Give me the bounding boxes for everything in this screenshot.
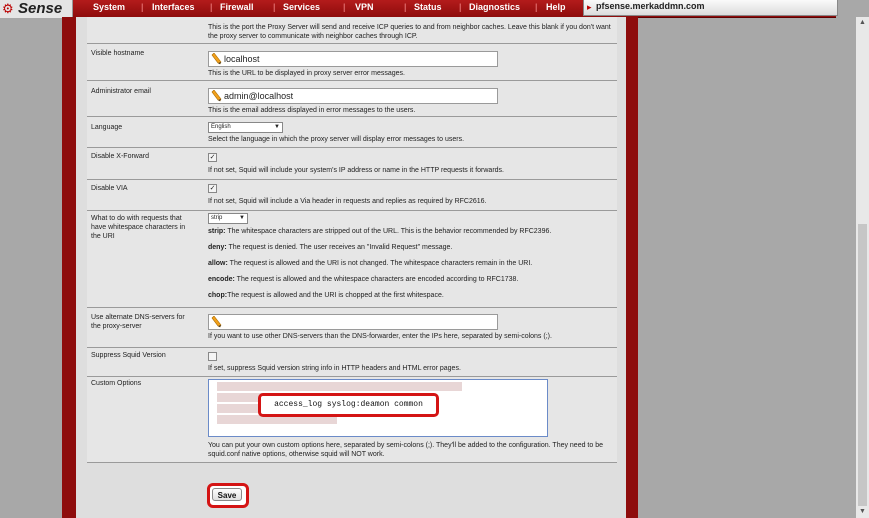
- checkmark-icon: ✓: [209, 154, 216, 161]
- menu-services[interactable]: Services: [283, 2, 320, 12]
- icp-description: This is the port the Proxy Server will s…: [208, 24, 611, 40]
- scrollbar-thumb[interactable]: [858, 224, 867, 506]
- admin-email-description: This is the email address displayed in e…: [208, 107, 416, 114]
- row-suppress-version: Suppress Squid Version If set, suppress …: [87, 348, 617, 377]
- menu-separator: |: [404, 2, 407, 12]
- dns-servers-label: Use alternate DNS-servers for the proxy-…: [91, 314, 185, 330]
- pencil-icon: [211, 316, 222, 328]
- admin-email-label: Administrator email: [91, 88, 151, 95]
- disable-xforward-label: Disable X-Forward: [91, 153, 149, 160]
- whitespace-option-chop: chop:The request is allowed and the URI …: [208, 292, 444, 299]
- row-icp-port: This is the port the Proxy Server will s…: [87, 17, 617, 44]
- menu-status[interactable]: Status: [414, 2, 442, 12]
- row-dns-servers: Use alternate DNS-servers for the proxy-…: [87, 308, 617, 348]
- custom-options-description: You can put your own custom options here…: [208, 442, 604, 458]
- hostname-box: ▸ pfsense.merkaddmn.com: [583, 0, 838, 16]
- menu-separator: |: [459, 2, 462, 12]
- visible-hostname-label: Visible hostname: [91, 50, 145, 57]
- menu-separator: |: [343, 2, 346, 12]
- row-whitespace-handling: What to do with requests that have white…: [87, 211, 617, 308]
- menu-separator: |: [535, 2, 538, 12]
- disable-via-checkbox[interactable]: ✓: [208, 184, 217, 193]
- whitespace-option-deny: deny: The request is denied. The user re…: [208, 244, 453, 251]
- language-select[interactable]: English ▼: [208, 122, 283, 133]
- dns-servers-input[interactable]: [208, 314, 498, 330]
- custom-options-label: Custom Options: [91, 380, 142, 387]
- hostname-marker-icon: ▸: [587, 2, 592, 12]
- visible-hostname-value: localhost: [224, 54, 260, 64]
- whitespace-option-strip: strip: The whitespace characters are str…: [208, 228, 552, 235]
- highlighted-access-log-line: access_log syslog:deamon common: [258, 393, 439, 417]
- whitespace-label: What to do with requests that have white…: [91, 215, 186, 240]
- save-button[interactable]: Save: [212, 488, 242, 501]
- pencil-icon: [211, 53, 222, 65]
- whitespace-selected-value: strip: [211, 215, 223, 221]
- disable-xforward-checkbox[interactable]: ✓: [208, 153, 217, 162]
- disable-via-label: Disable VIA: [91, 185, 128, 192]
- disable-xforward-description: If not set, Squid will include your syst…: [208, 167, 504, 174]
- whitespace-select[interactable]: strip ▼: [208, 213, 248, 224]
- redacted-line: [217, 382, 462, 391]
- suppress-version-label: Suppress Squid Version: [91, 352, 166, 359]
- logo-text: Sense: [18, 0, 63, 17]
- menu-firewall[interactable]: Firewall: [220, 2, 254, 12]
- language-label: Language: [91, 124, 123, 131]
- menu-interfaces[interactable]: Interfaces: [152, 2, 195, 12]
- language-selected-value: English: [211, 124, 231, 130]
- checkmark-icon: ✓: [209, 185, 216, 192]
- menu-system[interactable]: System: [93, 2, 125, 12]
- vertical-scrollbar[interactable]: ▲ ▼: [856, 17, 869, 518]
- visible-hostname-input[interactable]: localhost: [208, 51, 498, 67]
- scroll-up-arrow-icon[interactable]: ▲: [856, 17, 869, 29]
- row-visible-hostname: Visible hostname localhost This is the U…: [87, 44, 617, 81]
- menu-separator: |: [273, 2, 276, 12]
- whitespace-option-allow: allow: The request is allowed and the UR…: [208, 260, 533, 267]
- hostname-text: pfsense.merkaddmn.com: [596, 1, 705, 11]
- suppress-version-description: If set, suppress Squid version string in…: [208, 365, 461, 372]
- visible-hostname-description: This is the URL to be displayed in proxy…: [208, 70, 405, 77]
- disable-via-description: If not set, Squid will include a Via hea…: [208, 198, 487, 205]
- admin-email-input[interactable]: admin@localhost: [208, 88, 498, 104]
- pf-gear-icon: ⚙: [2, 1, 14, 16]
- row-disable-xforward: Disable X-Forward ✓ If not set, Squid wi…: [87, 148, 617, 180]
- menu-help[interactable]: Help: [546, 2, 566, 12]
- save-button-highlight: Save: [207, 483, 249, 508]
- whitespace-option-encode: encode: The request is allowed and the w…: [208, 276, 519, 283]
- pfsense-logo[interactable]: ⚙ Sense: [0, 0, 73, 18]
- chevron-down-icon: ▼: [274, 124, 280, 130]
- admin-email-value: admin@localhost: [224, 91, 294, 101]
- menu-separator: |: [210, 2, 213, 12]
- row-admin-email: Administrator email admin@localhost This…: [87, 81, 617, 117]
- language-description: Select the language in which the proxy s…: [208, 136, 465, 143]
- scroll-down-arrow-icon[interactable]: ▼: [856, 506, 869, 518]
- suppress-version-checkbox[interactable]: [208, 352, 217, 361]
- row-language: Language English ▼ Select the language i…: [87, 117, 617, 148]
- row-disable-via: Disable VIA ✓ If not set, Squid will inc…: [87, 180, 617, 211]
- dns-servers-description: If you want to use other DNS-servers tha…: [208, 333, 552, 340]
- chevron-down-icon: ▼: [239, 215, 245, 221]
- menu-vpn[interactable]: VPN: [355, 2, 374, 12]
- menu-diagnostics[interactable]: Diagnostics: [469, 2, 520, 12]
- pencil-icon: [211, 90, 222, 102]
- menu-separator: |: [141, 2, 144, 12]
